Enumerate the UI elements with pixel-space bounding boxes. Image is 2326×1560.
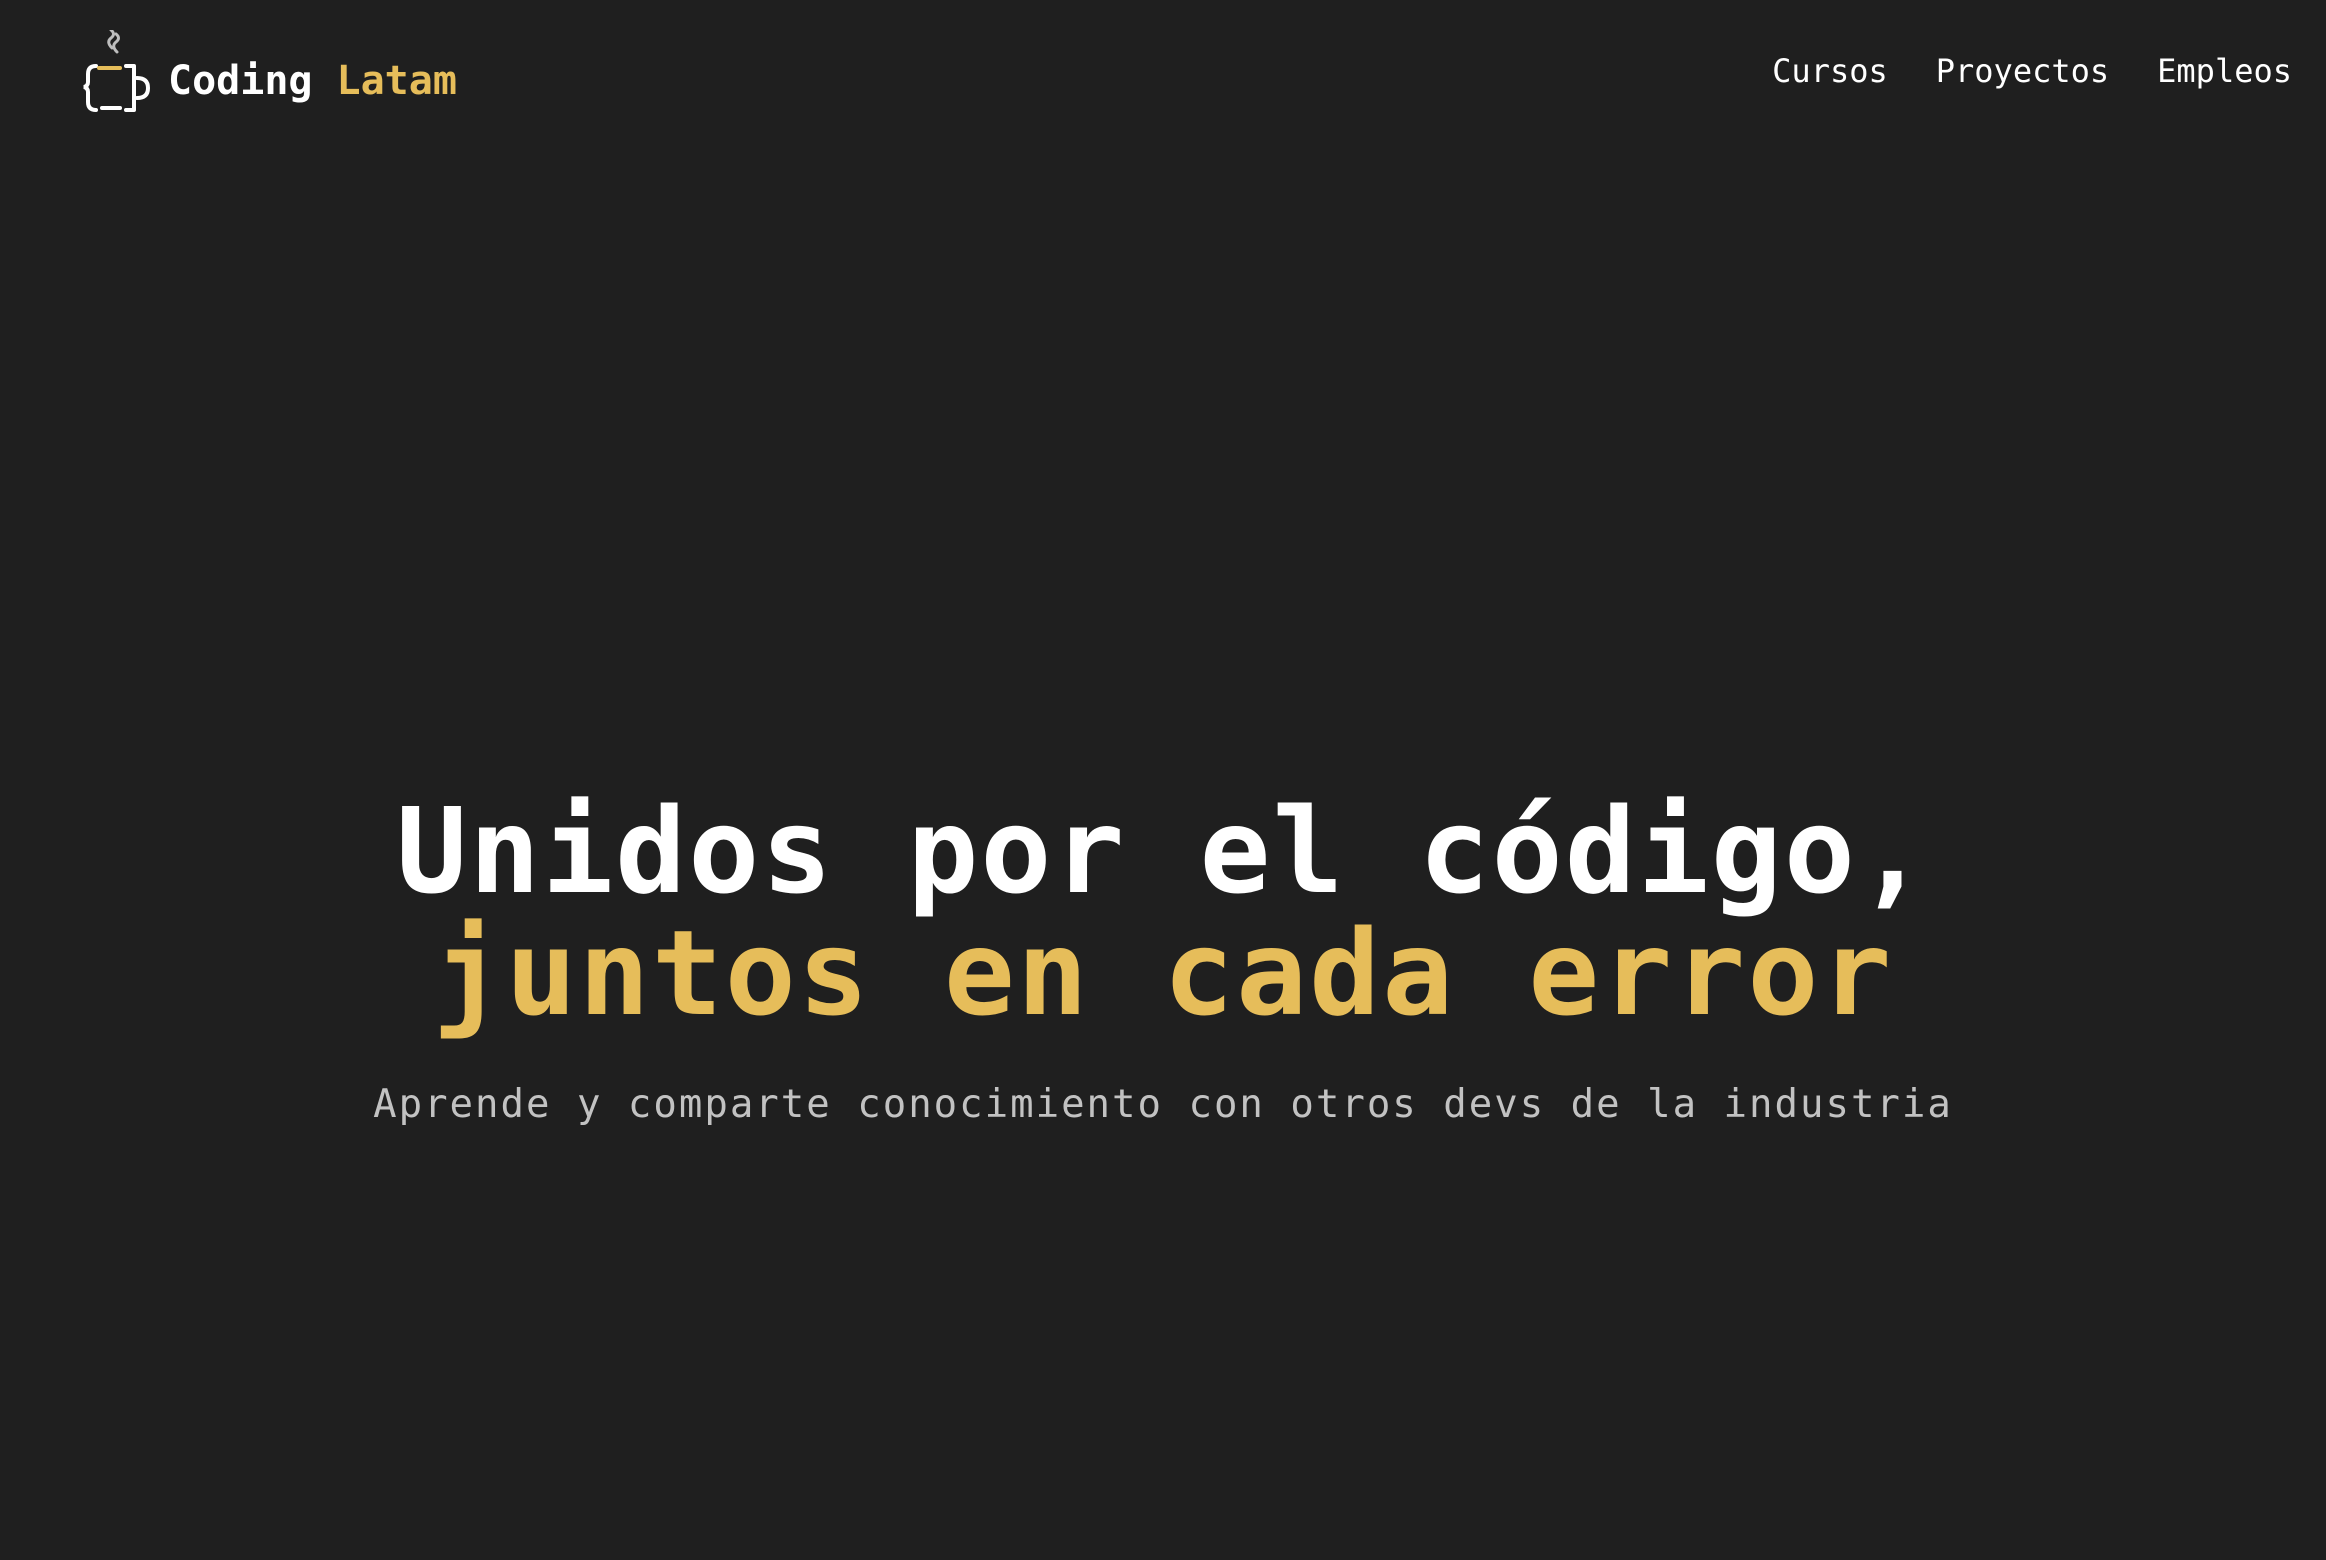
hero-title-line1: Unidos por el código, (396, 782, 1930, 920)
brand-name: Coding Latam (168, 58, 457, 104)
hero-title: Unidos por el código, juntos en cada err… (0, 790, 2326, 1034)
brand-logo-link[interactable]: Coding Latam (82, 30, 457, 116)
nav-link-proyectos[interactable]: Proyectos (1936, 52, 2109, 90)
top-navigation-bar: Coding Latam Cursos Proyectos Empleos (0, 0, 2326, 160)
main-nav: Cursos Proyectos Empleos (1772, 52, 2292, 90)
hero-title-line2: juntos en cada error (432, 904, 1894, 1042)
hero-subtitle: Aprende y comparte conocimiento con otro… (373, 1082, 1953, 1127)
brand-name-part2: Latam (336, 58, 457, 104)
nav-link-cursos[interactable]: Cursos (1772, 52, 1888, 90)
nav-link-empleos[interactable]: Empleos (2157, 52, 2292, 90)
brand-name-part1: Coding (168, 58, 313, 104)
coffee-mug-code-icon (83, 30, 151, 112)
hero-section: Unidos por el código, juntos en cada err… (0, 790, 2326, 1127)
